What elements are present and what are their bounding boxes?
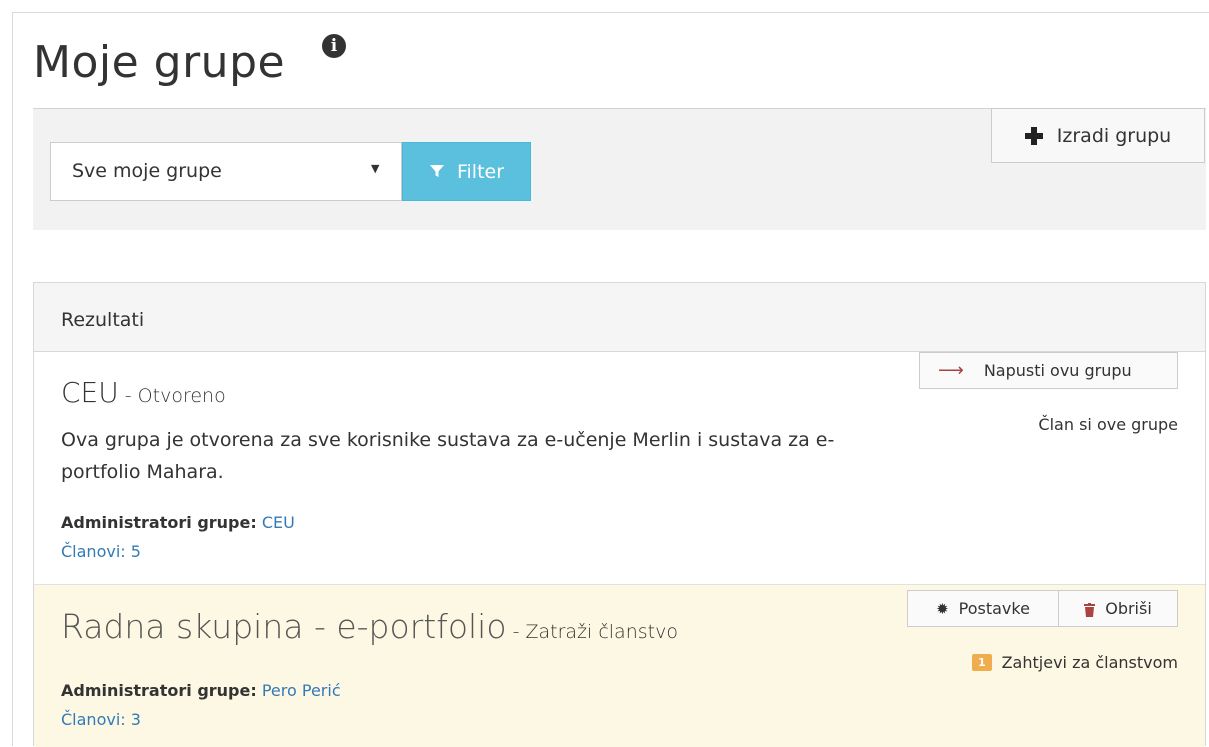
group-item: Radna skupina - e-portfolio - Zatraži čl… (34, 585, 1205, 747)
member-status: Član si ove grupe (1038, 415, 1178, 434)
group-type: - Zatraži članstvo (506, 621, 678, 643)
filter-button[interactable]: Filter (402, 142, 531, 201)
settings-label: Postavke (958, 599, 1030, 618)
group-type: - Otvoreno (118, 385, 226, 407)
group-filter-value: Sve moje grupe (72, 160, 222, 182)
results-title: Rezultati (61, 309, 145, 331)
group-name-text[interactable]: CEU (61, 376, 119, 409)
leave-group-button[interactable]: ⟶ Napusti ovu grupu (919, 352, 1178, 389)
membership-requests-link[interactable]: 1 Zahtjevi za članstvom (971, 653, 1178, 672)
admin-link[interactable]: CEU (262, 513, 295, 532)
requests-count-badge: 1 (971, 654, 992, 671)
settings-button[interactable]: ✹ Postavke (907, 590, 1059, 627)
group-filter-select[interactable]: Sve moje grupe ▼ (50, 142, 402, 201)
results-header: Rezultati (34, 283, 1205, 352)
arrow-right-icon: ⟶ (938, 360, 964, 381)
create-group-button[interactable]: Izradi grupu (991, 108, 1205, 163)
create-group-label: Izradi grupu (1056, 124, 1172, 147)
info-icon[interactable]: i (322, 34, 346, 58)
members-link[interactable]: Članovi: 5 (61, 542, 141, 561)
page-frame-left (12, 12, 13, 746)
requests-label: Zahtjevi za članstvom (1001, 653, 1178, 672)
members-link[interactable]: Članovi: 3 (61, 710, 141, 729)
leave-group-label: Napusti ovu grupu (983, 361, 1132, 380)
filter-button-label: Filter (456, 160, 505, 183)
plus-icon (1024, 126, 1043, 145)
page-title: Moje grupe (33, 37, 286, 88)
group-item: CEU - Otvoreno Ova grupa je otvorena za … (34, 352, 1205, 585)
group-description: Ova grupa je otvorena za sve korisnike s… (61, 429, 835, 483)
group-admins: Administratori grupe: CEU (61, 513, 295, 532)
funnel-icon (429, 163, 445, 179)
group-name-text[interactable]: Radna skupina - e-portfolio (61, 607, 507, 646)
delete-button[interactable]: Obriši (1058, 590, 1178, 627)
admins-label: Administratori grupe: (61, 513, 257, 532)
trash-icon (1084, 602, 1096, 617)
group-name[interactable]: Radna skupina - e-portfolio - Zatraži čl… (61, 607, 678, 646)
group-name[interactable]: CEU - Otvoreno (61, 376, 226, 409)
page-frame-top (12, 12, 1209, 13)
group-admins: Administratori grupe: Pero Perić (61, 681, 341, 700)
admins-label: Administratori grupe: (61, 681, 257, 700)
results-panel: Rezultati CEU - Otvoreno Ova grupa je ot… (33, 282, 1206, 747)
caret-down-icon: ▼ (371, 162, 380, 175)
gear-icon: ✹ (936, 599, 949, 618)
admin-link[interactable]: Pero Perić (262, 681, 341, 700)
delete-label: Obriši (1105, 599, 1152, 618)
